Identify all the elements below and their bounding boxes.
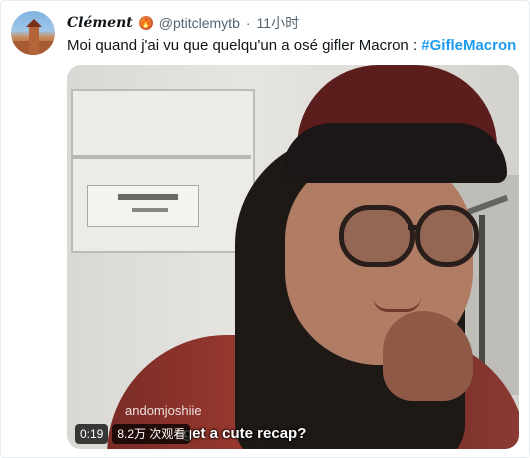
person-headband <box>282 123 507 183</box>
video-caption: get a cute recap? <box>183 425 307 442</box>
video-watermark: andomjoshiie <box>125 403 202 418</box>
glasses-right-lens <box>415 205 479 267</box>
sign-text-line <box>132 208 168 212</box>
sign-text-line <box>118 194 178 200</box>
separator: · <box>245 15 251 31</box>
avatar[interactable] <box>11 11 55 55</box>
tweet-header: Clément 🔥 @ptitclemytb · 11小时 <box>67 13 299 33</box>
tweet-card[interactable]: Clément 🔥 @ptitclemytb · 11小时 Moi quand … <box>0 0 530 458</box>
video-frame <box>67 65 519 449</box>
tweet-text: Moi quand j'ai vu que quelqu'un a osé gi… <box>67 36 517 56</box>
avatar-tower <box>29 25 39 55</box>
video-view-count: 8.2万 次观看 <box>112 424 191 444</box>
video-info-badges: 0:19 8.2万 次观看 <box>75 423 191 445</box>
tweet-body: Moi quand j'ai vu que quelqu'un a osé gi… <box>67 37 422 54</box>
display-name[interactable]: Clément <box>67 15 133 31</box>
user-handle[interactable]: @ptitclemytb <box>159 15 240 31</box>
glasses-bridge <box>408 225 420 230</box>
video-player[interactable]: andomjoshiie get a cute recap? 0:19 8.2万… <box>67 65 519 449</box>
fire-emoji-icon: 🔥 <box>138 16 153 30</box>
background-sign <box>87 185 199 227</box>
timestamp[interactable]: 11小时 <box>257 13 300 33</box>
avatar-roof <box>26 19 42 27</box>
background-window <box>71 89 255 253</box>
person-mouth <box>373 297 421 312</box>
video-duration: 0:19 <box>75 424 109 444</box>
glasses-left-lens <box>339 205 415 267</box>
hashtag-link[interactable]: #GifleMacron <box>421 37 516 54</box>
window-frame-line <box>71 155 251 159</box>
